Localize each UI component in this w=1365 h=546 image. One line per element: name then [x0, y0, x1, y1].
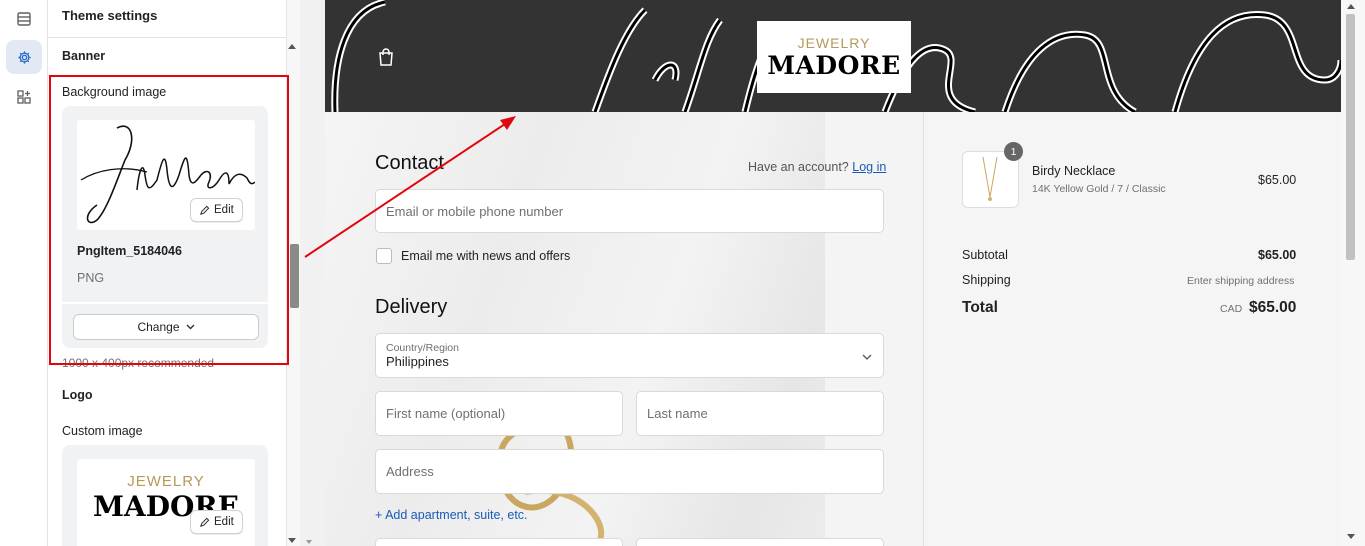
item-name: Birdy Necklace [1032, 164, 1116, 178]
quantity-badge: 1 [1004, 142, 1023, 161]
delivery-heading: Delivery [375, 296, 448, 318]
sections-icon[interactable] [6, 2, 42, 36]
logo-thumb-top: JEWELRY [127, 473, 205, 490]
checkout-banner: JEWELRY MADORE [325, 0, 1341, 112]
item-variant: 14K Yellow Gold / 7 / Classic [1032, 183, 1166, 195]
scroll-up-arrow-icon[interactable] [288, 44, 296, 49]
total-currency: CAD [1220, 303, 1243, 315]
login-link[interactable]: Log in [852, 160, 886, 174]
logo-edit-label: Edit [214, 516, 234, 528]
checkout-form-area: Contact Have an account? Log in Email or… [325, 112, 923, 546]
settings-icon[interactable] [6, 40, 42, 74]
order-summary: 1 Birdy Necklace 14K Yellow Gold / 7 / C… [923, 112, 1341, 546]
scroll-down-arrow-icon[interactable] [288, 538, 296, 543]
logo-heading: Logo [62, 388, 93, 402]
panel-scroll-thumb[interactable] [290, 244, 299, 308]
shipping-value: Enter shipping address [1187, 275, 1295, 287]
logo-edit-button[interactable]: Edit [190, 510, 243, 534]
newsletter-label: Email me with news and offers [401, 249, 571, 263]
checkout-preview: JEWELRY MADORE Contact Have an account? … [325, 0, 1365, 546]
country-select[interactable]: Country/Region Philippines [375, 333, 884, 378]
postal-field[interactable] [636, 538, 884, 546]
have-account-label: Have an account? [748, 160, 849, 174]
store-logo-top: JEWELRY [797, 34, 871, 51]
pencil-icon [200, 517, 210, 527]
banner-heading: Banner [62, 49, 106, 63]
subtotal-value: $65.00 [1258, 248, 1297, 262]
city-field[interactable] [375, 538, 623, 546]
address-field[interactable]: Address [375, 449, 884, 494]
newsletter-checkbox[interactable] [376, 248, 392, 264]
have-account-text: Have an account? Log in [748, 160, 886, 174]
left-icon-rail [0, 0, 48, 546]
contact-heading: Contact [375, 152, 444, 174]
subtotal-label: Subtotal [962, 248, 1008, 262]
small-down-arrow-icon [306, 540, 312, 544]
store-logo-bottom: MADORE [767, 50, 901, 80]
logo-image-thumbnail[interactable]: JEWELRY MADORE Edit [77, 459, 255, 546]
last-name-field[interactable]: Last name [636, 391, 884, 436]
add-apartment-link[interactable]: + Add apartment, suite, etc. [375, 508, 528, 522]
panel-title: Theme settings [48, 0, 286, 38]
first-name-field[interactable]: First name (optional) [375, 391, 623, 436]
shipping-label: Shipping [962, 273, 1011, 287]
email-field[interactable]: Email or mobile phone number [375, 189, 884, 233]
shopping-bag-icon[interactable] [378, 48, 394, 69]
item-price: $65.00 [1258, 173, 1297, 187]
preview-scroll-up-icon[interactable] [1347, 4, 1355, 9]
annotation-highlight-box [49, 75, 289, 365]
country-value: Philippines [386, 354, 449, 369]
store-logo[interactable]: JEWELRY MADORE [757, 21, 911, 93]
preview-scroll-down-icon[interactable] [1347, 534, 1355, 539]
chevron-down-icon [862, 354, 872, 360]
custom-image-label: Custom image [62, 424, 143, 438]
total-label: Total [962, 299, 998, 316]
preview-scroll-thumb[interactable] [1346, 14, 1355, 260]
total-value: $65.00 [1249, 299, 1297, 316]
apps-icon[interactable] [6, 80, 42, 114]
country-label: Country/Region [386, 342, 459, 354]
logo-image-card: JEWELRY MADORE Edit [62, 445, 268, 546]
